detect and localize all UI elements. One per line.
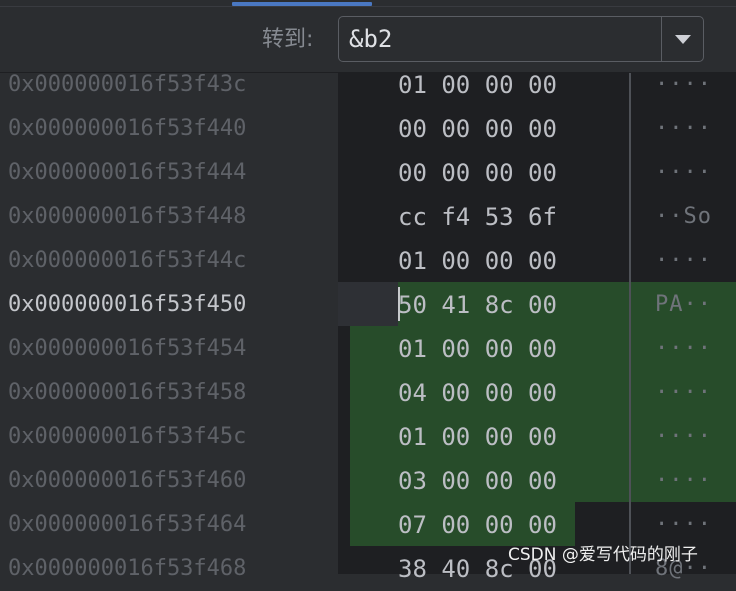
goto-label: 转到: xyxy=(262,27,314,52)
row-address: 0x000000016f53f458 xyxy=(8,380,247,405)
memory-row-current[interactable]: 0x000000016f53f450 50 41 8c 00 PA·· xyxy=(0,283,736,327)
row-ascii[interactable]: ···· xyxy=(655,459,712,503)
row-bytes[interactable]: 01 00 00 00 xyxy=(398,239,557,283)
row-bytes[interactable]: 04 00 00 00 xyxy=(398,371,557,415)
watermark: CSDN @爱写代码的刚子 xyxy=(508,545,698,565)
row-ascii[interactable]: ···· xyxy=(655,327,712,371)
tab-divider xyxy=(0,6,736,7)
row-bytes[interactable]: 01 00 00 00 xyxy=(398,415,557,459)
row-address: 0x000000016f53f44c xyxy=(8,248,247,273)
memory-rows: 0x000000016f53f43c 01 00 00 00 ···· 0x0000… xyxy=(0,63,736,591)
row-address: 0x000000016f53f460 xyxy=(8,468,247,493)
row-ascii[interactable]: ···· xyxy=(655,239,712,283)
row-address: 0x000000016f53f440 xyxy=(8,116,247,141)
row-ascii[interactable]: PA·· xyxy=(655,283,712,327)
toolbar: 转到: xyxy=(0,0,736,73)
memory-row[interactable]: 0x000000016f53f454 01 00 00 00 ···· xyxy=(0,327,736,371)
memory-row[interactable]: 0x000000016f53f44c 01 00 00 00 ···· xyxy=(0,239,736,283)
memory-row[interactable]: 0x000000016f53f440 00 00 00 00 ···· xyxy=(0,107,736,151)
row-ascii[interactable]: ···· xyxy=(655,371,712,415)
row-bytes[interactable]: 00 00 00 00 xyxy=(398,151,557,195)
row-bytes[interactable]: 01 00 00 00 xyxy=(398,327,557,371)
memory-row[interactable]: 0x000000016f53f45c 01 00 00 00 ···· xyxy=(0,415,736,459)
dropdown-arrow-button[interactable] xyxy=(662,17,703,61)
row-address: 0x000000016f53f454 xyxy=(8,336,247,361)
row-address: 0x000000016f53f468 xyxy=(8,556,247,581)
memory-row[interactable]: 0x000000016f53f460 03 00 00 00 ···· xyxy=(0,459,736,503)
row-bytes[interactable]: cc f4 53 6f xyxy=(398,195,557,239)
row-address: 0x000000016f53f450 xyxy=(8,292,247,317)
memory-row[interactable]: 0x000000016f53f444 00 00 00 00 ···· xyxy=(0,151,736,195)
row-bytes[interactable]: 00 00 00 00 xyxy=(398,107,557,151)
row-bytes[interactable]: 03 00 00 00 xyxy=(398,459,557,503)
goto-address-combobox[interactable] xyxy=(338,16,704,62)
row-address: 0x000000016f53f448 xyxy=(8,204,247,229)
active-tab-indicator[interactable] xyxy=(232,2,372,6)
chevron-down-icon xyxy=(674,34,691,44)
memory-row[interactable]: 0x000000016f53f458 04 00 00 00 ···· xyxy=(0,371,736,415)
row-ascii[interactable]: ···· xyxy=(655,415,712,459)
row-ascii[interactable]: ···· xyxy=(655,107,712,151)
row-ascii[interactable]: ···· xyxy=(655,151,712,195)
row-ascii[interactable]: ··So xyxy=(655,195,712,239)
row-address: 0x000000016f53f464 xyxy=(8,512,247,537)
memory-row[interactable]: 0x000000016f53f448 cc f4 53 6f ··So xyxy=(0,195,736,239)
row-address: 0x000000016f53f444 xyxy=(8,160,247,185)
row-bytes[interactable]: 50 41 8c 00 xyxy=(398,283,557,327)
goto-address-input[interactable] xyxy=(339,17,661,61)
row-address: 0x000000016f53f45c xyxy=(8,424,247,449)
text-caret xyxy=(398,287,400,321)
